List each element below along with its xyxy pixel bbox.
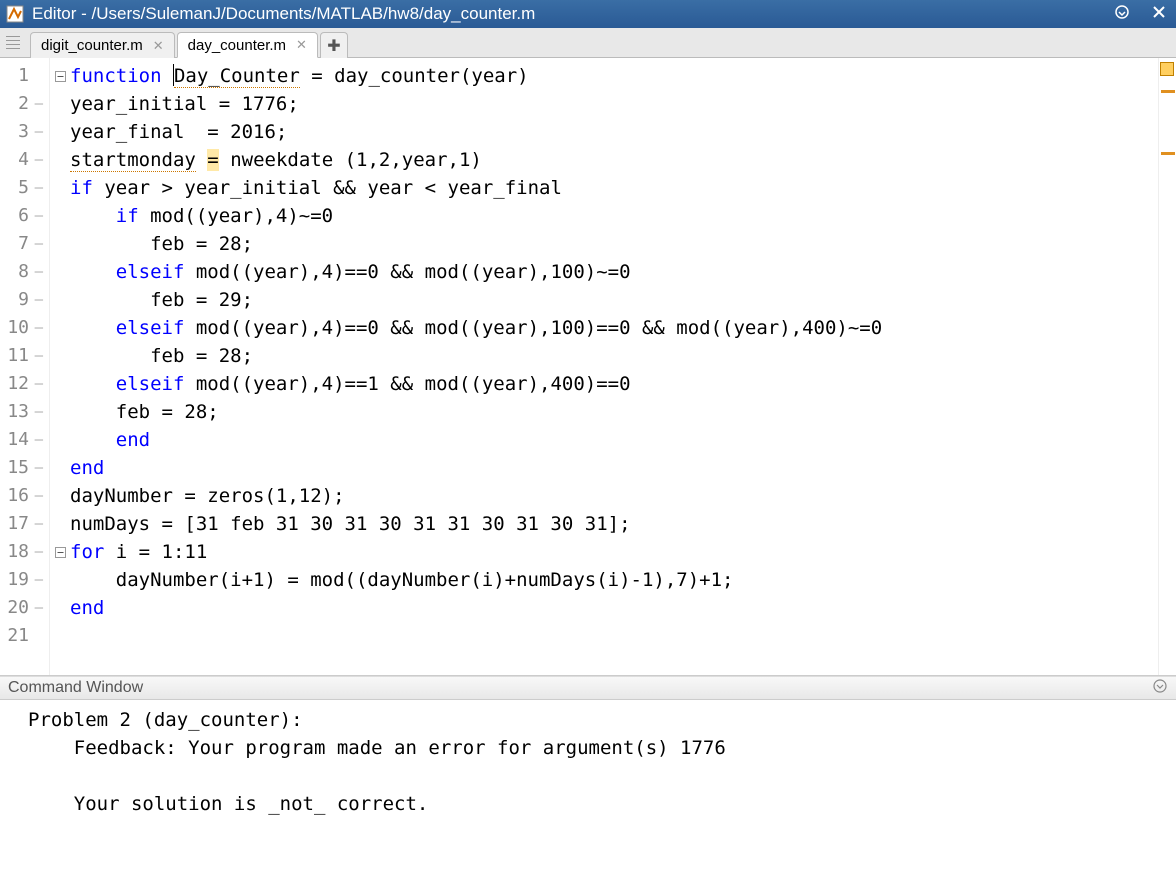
code-line[interactable]: elseif mod((year),4)==1 && mod((year),40… <box>70 370 1158 398</box>
fold-marker <box>50 566 70 594</box>
dock-drag-handle[interactable] <box>4 30 22 54</box>
fold-marker <box>50 286 70 314</box>
code-line[interactable]: dayNumber(i+1) = mod((dayNumber(i)+numDa… <box>70 566 1158 594</box>
code-line[interactable] <box>70 622 1158 650</box>
line-number: 11– <box>0 342 49 370</box>
line-number: 3– <box>0 118 49 146</box>
code-line[interactable]: feb = 28; <box>70 230 1158 258</box>
line-number: 17– <box>0 510 49 538</box>
window-title: Editor - /Users/SulemanJ/Documents/MATLA… <box>32 4 1110 24</box>
code-line[interactable]: feb = 29; <box>70 286 1158 314</box>
fold-marker[interactable] <box>50 62 70 90</box>
code-editor[interactable]: 12–3–4–5–6–7–8–9–10–11–12–13–14–15–16–17… <box>0 58 1176 676</box>
fold-marker <box>50 426 70 454</box>
code-line[interactable]: startmonday = nweekdate (1,2,year,1) <box>70 146 1158 174</box>
editor-tabbar: digit_counter.m ✕ day_counter.m ✕ ✚ <box>0 28 1176 58</box>
command-window-output[interactable]: Problem 2 (day_counter): Feedback: Your … <box>0 700 1176 870</box>
code-line[interactable]: function Day_Counter = day_counter(year) <box>70 62 1158 90</box>
line-number: 20– <box>0 594 49 622</box>
code-analyzer-status-icon[interactable] <box>1160 62 1174 76</box>
code-text-area[interactable]: function Day_Counter = day_counter(year)… <box>70 58 1158 675</box>
code-line[interactable]: end <box>70 454 1158 482</box>
fold-marker <box>50 258 70 286</box>
fold-marker <box>50 230 70 258</box>
line-number: 13– <box>0 398 49 426</box>
code-line[interactable]: elseif mod((year),4)==0 && mod((year),10… <box>70 258 1158 286</box>
code-line[interactable]: feb = 28; <box>70 342 1158 370</box>
fold-marker <box>50 90 70 118</box>
warning-marker[interactable] <box>1161 152 1175 155</box>
line-number: 6– <box>0 202 49 230</box>
tab-label: day_counter.m <box>188 37 286 54</box>
fold-marker[interactable] <box>50 538 70 566</box>
code-line[interactable]: elseif mod((year),4)==0 && mod((year),10… <box>70 314 1158 342</box>
warning-marker[interactable] <box>1161 90 1175 93</box>
line-number: 7– <box>0 230 49 258</box>
message-strip <box>1158 58 1176 675</box>
window-titlebar: Editor - /Users/SulemanJ/Documents/MATLA… <box>0 0 1176 28</box>
editor-app-icon <box>6 5 24 23</box>
fold-marker <box>50 622 70 650</box>
fold-marker <box>50 482 70 510</box>
fold-marker <box>50 314 70 342</box>
line-number-gutter: 12–3–4–5–6–7–8–9–10–11–12–13–14–15–16–17… <box>0 58 50 675</box>
code-line[interactable]: year_initial = 1776; <box>70 90 1158 118</box>
fold-marker <box>50 398 70 426</box>
line-number: 5– <box>0 174 49 202</box>
window-controls <box>1110 4 1170 25</box>
code-line[interactable]: if year > year_initial && year < year_fi… <box>70 174 1158 202</box>
tab-add-button[interactable]: ✚ <box>320 32 348 58</box>
code-line[interactable]: end <box>70 594 1158 622</box>
fold-marker[interactable] <box>50 594 70 622</box>
code-line[interactable]: for i = 1:11 <box>70 538 1158 566</box>
line-number: 18– <box>0 538 49 566</box>
code-line[interactable]: if mod((year),4)~=0 <box>70 202 1158 230</box>
line-number: 4– <box>0 146 49 174</box>
line-number: 15– <box>0 454 49 482</box>
line-number: 10– <box>0 314 49 342</box>
line-number: 14– <box>0 426 49 454</box>
line-number: 2– <box>0 90 49 118</box>
code-line[interactable]: feb = 28; <box>70 398 1158 426</box>
close-icon[interactable] <box>1148 5 1170 24</box>
line-number: 12– <box>0 370 49 398</box>
line-number: 19– <box>0 566 49 594</box>
tab-day-counter[interactable]: day_counter.m ✕ <box>177 32 318 58</box>
dock-menu-icon[interactable] <box>1152 678 1168 699</box>
fold-marker <box>50 342 70 370</box>
tab-label: digit_counter.m <box>41 37 143 54</box>
line-number: 9– <box>0 286 49 314</box>
code-line[interactable]: year_final = 2016; <box>70 118 1158 146</box>
tab-close-icon[interactable]: ✕ <box>296 37 307 53</box>
fold-marker <box>50 454 70 482</box>
minimize-icon[interactable] <box>1110 4 1134 25</box>
tab-digit-counter[interactable]: digit_counter.m ✕ <box>30 32 175 58</box>
tab-close-icon[interactable]: ✕ <box>153 38 164 54</box>
fold-marker <box>50 174 70 202</box>
line-number: 21 <box>0 622 49 650</box>
fold-marker <box>50 118 70 146</box>
line-number: 8– <box>0 258 49 286</box>
fold-marker <box>50 510 70 538</box>
fold-marker <box>50 202 70 230</box>
command-window-title: Command Window <box>8 679 143 697</box>
line-number: 16– <box>0 482 49 510</box>
line-number: 1 <box>0 62 49 90</box>
fold-marker <box>50 146 70 174</box>
fold-column <box>50 58 70 675</box>
command-window-header: Command Window <box>0 676 1176 700</box>
code-line[interactable]: dayNumber = zeros(1,12); <box>70 482 1158 510</box>
fold-marker <box>50 370 70 398</box>
code-line[interactable]: numDays = [31 feb 31 30 31 30 31 31 30 3… <box>70 510 1158 538</box>
code-line[interactable]: end <box>70 426 1158 454</box>
